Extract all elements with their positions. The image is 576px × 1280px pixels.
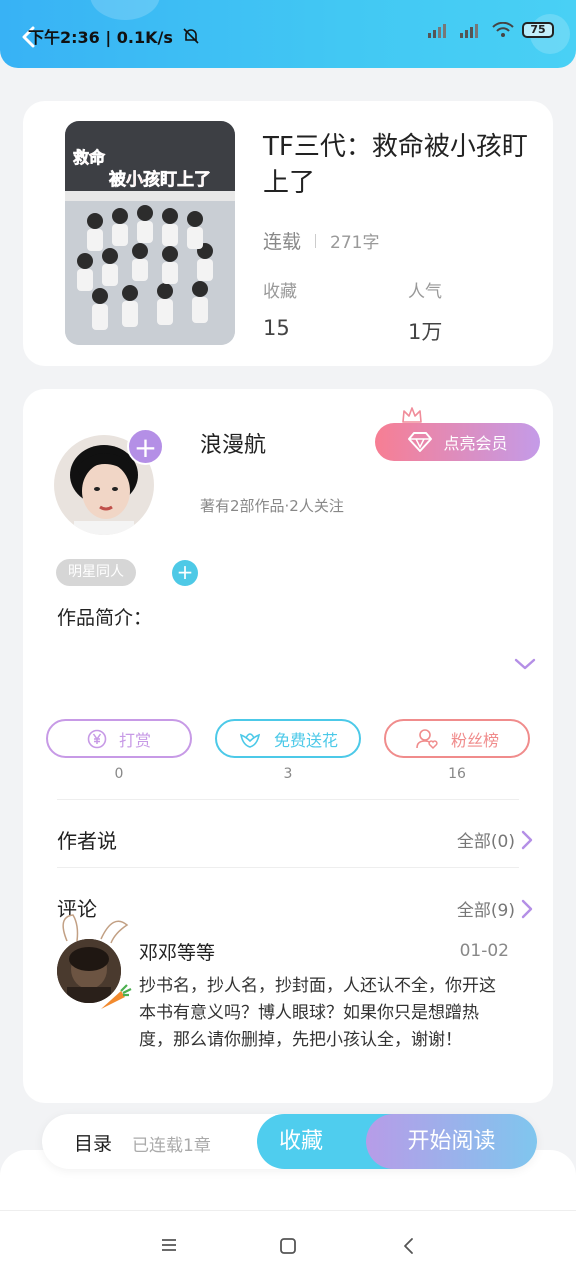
home-icon[interactable] [279, 1237, 297, 1255]
meta-divider [315, 233, 317, 248]
book-cover[interactable]: 救命 被小孩盯上了 [65, 121, 235, 345]
chevron-down-icon[interactable] [514, 657, 536, 671]
mute-icon [183, 28, 200, 44]
comments-all-link[interactable]: 全部(9) [457, 896, 533, 921]
fan-count: 16 [448, 766, 466, 782]
chevron-right-icon [521, 830, 533, 849]
send-flower-button[interactable]: 免费送花 [215, 719, 361, 758]
flower-count: 3 [283, 766, 293, 782]
comments-all-label: 全部(9) [456, 901, 515, 921]
start-reading-button[interactable]: 开始阅读 [366, 1114, 537, 1169]
reward-button[interactable]: 打赏 [46, 719, 192, 758]
cover-image: 救命 被小孩盯上了 [65, 121, 235, 345]
yen-icon [87, 729, 107, 748]
author-subtitle: 著有2部作品·2人关注 [200, 497, 344, 515]
comment-text: 抄书名，抄人名，抄封面，人还认不全，你开这本书有意义吗？博人眼球？如果你只是想蹭… [139, 976, 496, 1050]
signal-icon [460, 24, 478, 38]
header-bar: 下午2:36 | 0.1K/s 75 [0, 0, 576, 68]
book-word-count: 271字 [330, 233, 380, 253]
system-nav-bar [0, 1210, 576, 1280]
book-title: TF三代：救命被小孩盯上了 [263, 132, 528, 198]
decor-bubble [90, 0, 160, 20]
crown-icon [402, 407, 422, 423]
comment-date: 01-02 [459, 941, 509, 961]
cover-title-2: 被小孩盯上了 [109, 169, 211, 190]
divider [57, 867, 519, 868]
menu-icon[interactable] [160, 1237, 178, 1253]
battery-icon: 75 [522, 22, 554, 38]
reward-count: 0 [114, 766, 124, 782]
fan-rank-button[interactable]: 粉丝榜 [384, 719, 530, 758]
bottom-action-bar: 目录 已连载1章 收藏 开始阅读 [42, 1114, 537, 1169]
reward-label: 打赏 [118, 730, 151, 750]
book-status: 连载 [263, 231, 302, 253]
book-meta: 连载 271字 [263, 227, 379, 254]
author-says-all-link[interactable]: 全部(0) [457, 827, 533, 852]
stat-value: 1万 [408, 320, 443, 344]
stat-label: 人气 [408, 282, 442, 302]
comment-user-name[interactable]: 邓邓等等 [139, 938, 215, 965]
tag-chip[interactable]: 明星同人 [56, 559, 136, 586]
follow-author-button[interactable]: + [127, 428, 164, 465]
carrot-icon [101, 984, 132, 1009]
vip-button-label: 点亮会员 [443, 434, 508, 453]
comment-avatar[interactable] [53, 909, 133, 1009]
chevron-right-icon [521, 899, 533, 918]
back-nav-icon[interactable] [402, 1237, 416, 1255]
book-info-card: 救命 被小孩盯上了 TF三代：救命被小孩盯上了 连载 271字 收藏 15 人气… [23, 101, 553, 366]
stat-favorites: 收藏 15 [263, 277, 297, 340]
stat-label: 收藏 [263, 282, 297, 302]
author-name[interactable]: 浪漫航 [200, 427, 266, 459]
fan-rank-label: 粉丝榜 [450, 730, 499, 750]
status-icons: 75 [428, 22, 554, 38]
cover-title-1: 救命 [73, 148, 106, 167]
divider [57, 799, 519, 800]
toc-button[interactable]: 目录 [74, 1129, 112, 1156]
stat-popularity: 人气 1万 [408, 277, 442, 346]
wifi-icon [492, 22, 514, 37]
fan-rank-icon [416, 728, 438, 749]
status-time: 下午2:36 | 0.1K/s [28, 24, 200, 48]
stat-value: 15 [263, 316, 290, 340]
add-tag-button[interactable]: + [172, 560, 198, 586]
intro-label: 作品简介： [57, 607, 153, 629]
detail-card: + 浪漫航 著有2部作品·2人关注 点亮会员 明星同人 + 作品简介： 打赏 免… [23, 389, 553, 1103]
vip-button[interactable]: 点亮会员 [375, 423, 540, 461]
toc-status: 已连载1章 [132, 1136, 211, 1156]
flower-icon [239, 732, 261, 748]
signal-icon [428, 24, 446, 38]
send-flower-label: 免费送花 [273, 730, 338, 750]
author-says-title: 作者说 [57, 829, 117, 853]
author-says-all-label: 全部(0) [456, 832, 515, 852]
diamond-icon [408, 432, 433, 452]
